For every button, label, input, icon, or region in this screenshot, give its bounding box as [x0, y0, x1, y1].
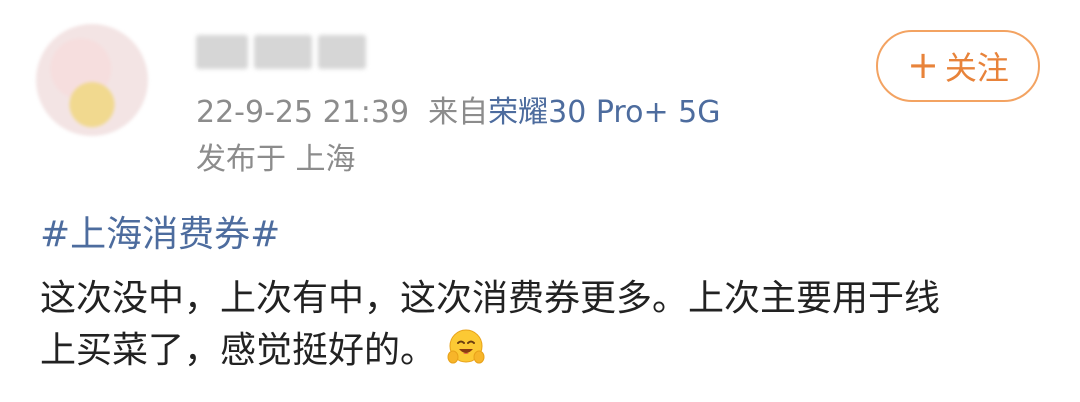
- smiling-face-with-open-hands-emoji-icon: [447, 329, 485, 364]
- post-body: 这次没中，上次有中，这次消费券更多。上次主要用于线 上买菜了，感觉挺好的。: [40, 273, 1050, 377]
- source-prefix: 来自: [428, 95, 489, 130]
- post-body-line-text: 上买菜了，感觉挺好的。: [40, 330, 437, 371]
- username-blurred[interactable]: [196, 30, 366, 74]
- username-blur-segment: [318, 35, 366, 69]
- follow-label: 关注: [944, 49, 1009, 87]
- follow-button[interactable]: + 关注: [876, 30, 1040, 102]
- post-body-line: 这次没中，上次有中，这次消费券更多。上次主要用于线: [40, 278, 941, 319]
- plus-icon: +: [907, 42, 939, 87]
- post-meta: 22-9-25 21:39 来自荣耀30 Pro+ 5G: [196, 93, 720, 133]
- username-blur-segment: [196, 35, 248, 69]
- hashtag-link[interactable]: #上海消费券#: [40, 212, 280, 258]
- post-location: 发布于 上海: [196, 142, 356, 177]
- post-timestamp: 22-9-25 21:39: [196, 95, 410, 130]
- device-link[interactable]: 荣耀30 Pro+ 5G: [488, 95, 720, 130]
- post-body-line: 上买菜了，感觉挺好的。: [40, 325, 1050, 377]
- username-blur-segment: [254, 35, 312, 69]
- avatar[interactable]: [36, 24, 148, 136]
